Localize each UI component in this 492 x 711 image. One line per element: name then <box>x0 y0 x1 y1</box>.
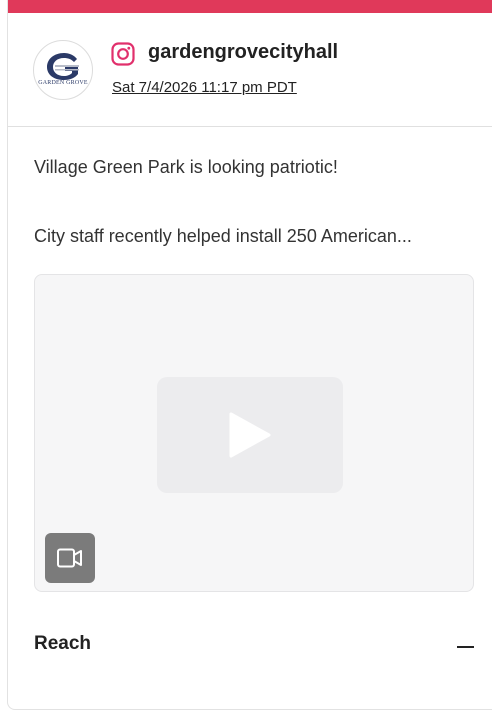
post-text-line-1: Village Green Park is looking patriotic! <box>34 157 338 177</box>
avatar-caption: GARDEN GROVE <box>38 80 88 86</box>
avatar[interactable]: GARDEN GROVE <box>33 40 93 100</box>
play-button[interactable] <box>157 377 343 493</box>
minus-icon[interactable] <box>457 646 474 648</box>
instagram-icon <box>111 42 135 66</box>
video-preview[interactable] <box>34 274 474 592</box>
play-icon <box>229 412 271 458</box>
account-name[interactable]: gardengrovecityhall <box>148 41 338 64</box>
video-camera-icon <box>57 548 82 568</box>
post-text-line-2: City staff recently helped install 250 A… <box>34 226 412 246</box>
video-type-badge <box>45 533 95 583</box>
card-accent-bar <box>8 0 492 13</box>
post-date-link[interactable]: Sat 7/4/2026 11:17 pm PDT <box>112 79 297 96</box>
city-logo-icon <box>47 53 79 80</box>
post-card: GARDEN GROVE gardengrovecityhall Sat 7/4… <box>7 0 492 710</box>
post-header: GARDEN GROVE gardengrovecityhall Sat 7/4… <box>8 13 492 127</box>
reach-section-title: Reach <box>34 633 92 654</box>
